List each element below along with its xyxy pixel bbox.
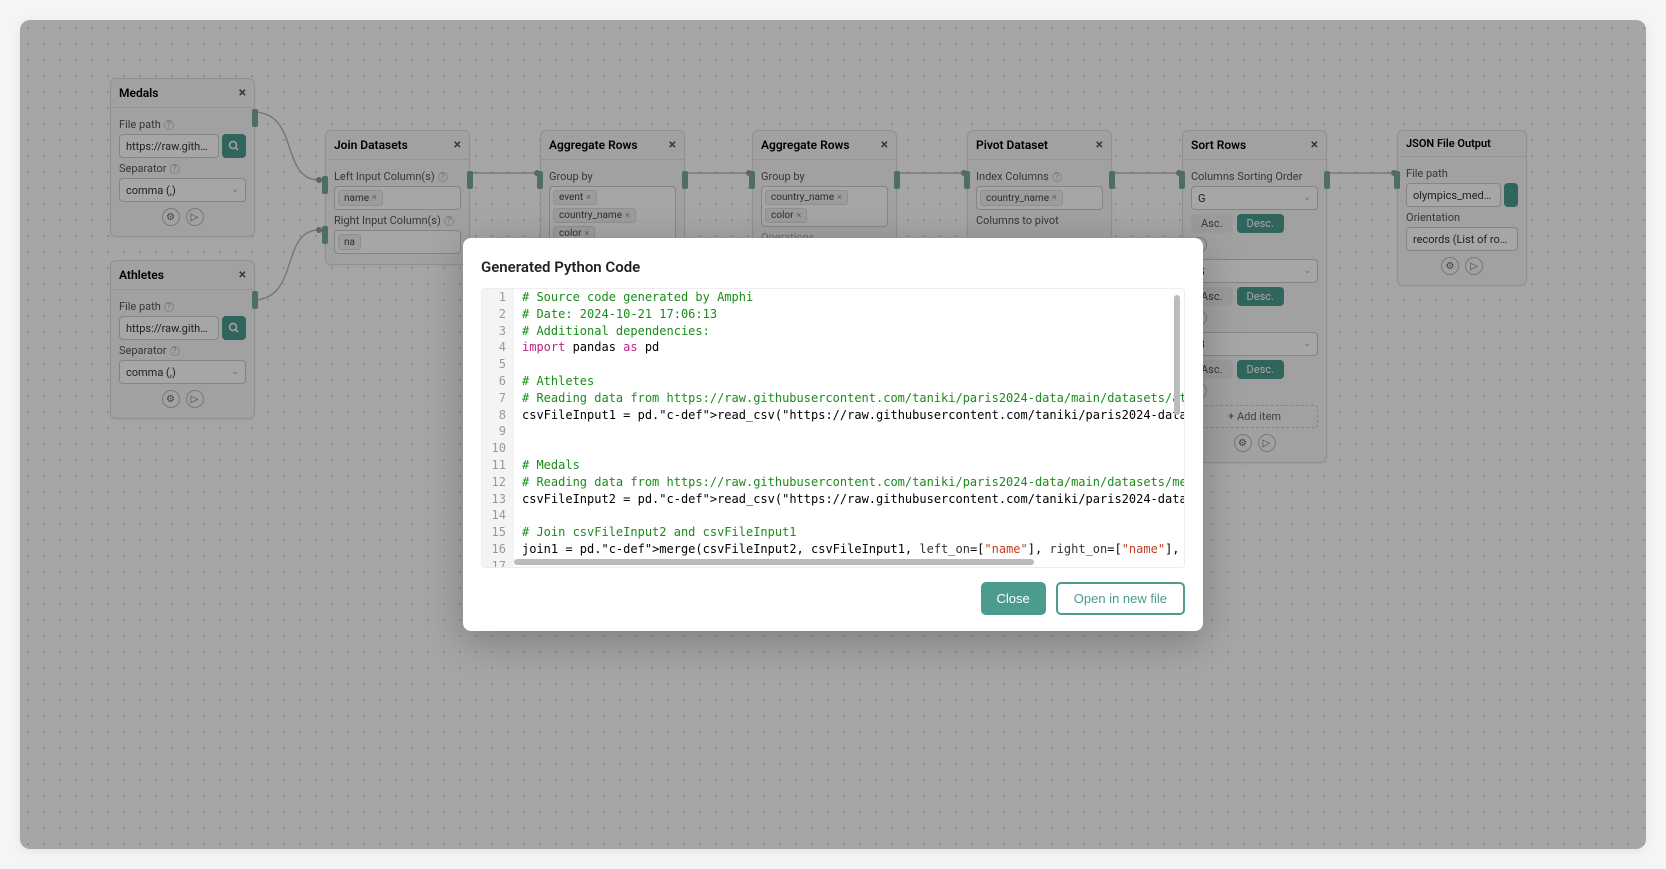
code-line: 3# Additional dependencies:	[482, 323, 1184, 340]
close-button[interactable]: Close	[981, 582, 1046, 615]
vertical-scrollbar[interactable]	[1174, 295, 1180, 415]
code-line: 11# Medals	[482, 457, 1184, 474]
horizontal-scrollbar[interactable]	[514, 559, 1034, 565]
code-modal: Generated Python Code 1# Source code gen…	[463, 238, 1203, 631]
code-line: 5	[482, 356, 1184, 373]
code-editor[interactable]: 1# Source code generated by Amphi2# Date…	[481, 288, 1185, 568]
code-line: 15# Join csvFileInput2 and csvFileInput1	[482, 524, 1184, 541]
code-line: 4import pandas as pd	[482, 339, 1184, 356]
code-line: 13csvFileInput2 = pd."c-def">read_csv("h…	[482, 491, 1184, 508]
code-line: 14	[482, 507, 1184, 524]
code-line: 7# Reading data from https://raw.githubu…	[482, 390, 1184, 407]
code-line: 6# Athletes	[482, 373, 1184, 390]
code-line: 12# Reading data from https://raw.github…	[482, 474, 1184, 491]
modal-title: Generated Python Code	[481, 258, 1185, 276]
code-line: 10	[482, 440, 1184, 457]
code-line: 16join1 = pd."c-def">merge(csvFileInput2…	[482, 541, 1184, 558]
code-line: 1# Source code generated by Amphi	[482, 289, 1184, 306]
open-in-new-file-button[interactable]: Open in new file	[1056, 582, 1185, 615]
code-line: 9	[482, 423, 1184, 440]
code-line: 2# Date: 2024-10-21 17:06:13	[482, 306, 1184, 323]
modal-overlay[interactable]: Generated Python Code 1# Source code gen…	[20, 20, 1646, 849]
code-line: 8csvFileInput1 = pd."c-def">read_csv("ht…	[482, 407, 1184, 424]
